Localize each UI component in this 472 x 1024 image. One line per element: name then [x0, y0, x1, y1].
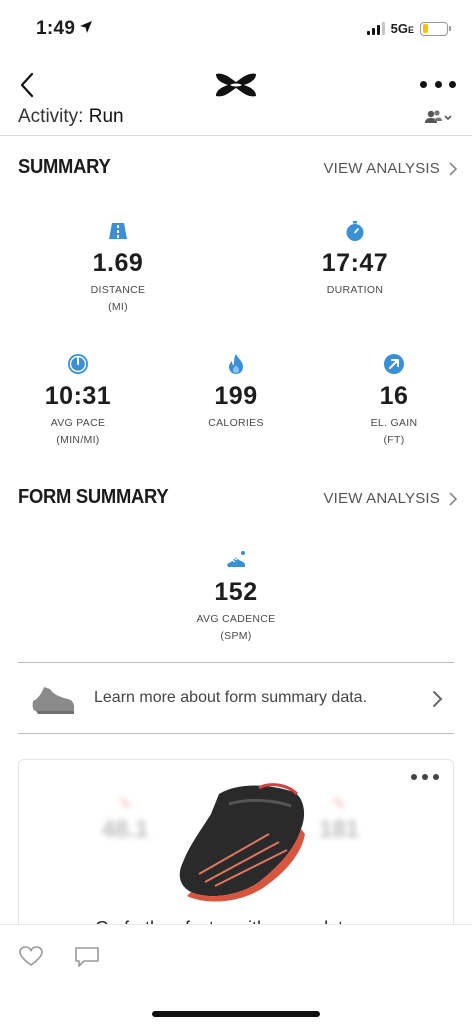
- running-shoe-icon: [227, 551, 245, 567]
- duration-value: 17:47: [321, 249, 389, 277]
- road-icon: [109, 223, 127, 239]
- avg-cadence-unit: (SPM): [220, 630, 252, 642]
- summary-view-analysis-label: VIEW ANALYSIS: [323, 160, 440, 177]
- avg-cadence-value: 152: [214, 578, 258, 606]
- calories-value: 199: [214, 382, 258, 410]
- promo-stat-left: 48.1: [75, 796, 175, 844]
- summary-view-analysis-link[interactable]: VIEW ANALYSIS: [323, 160, 458, 177]
- elevation-gain-value: 16: [379, 382, 409, 410]
- network-suffix: E: [407, 25, 414, 35]
- duration-label: DURATION: [326, 284, 384, 296]
- distance-unit: (MI): [108, 301, 128, 313]
- flame-icon: [229, 354, 243, 374]
- stat-duration: 17:47 DURATION: [285, 220, 425, 296]
- form-view-analysis-label: VIEW ANALYSIS: [323, 490, 440, 507]
- chevron-right-icon: [433, 691, 443, 707]
- status-indicators: 5GE: [366, 21, 451, 36]
- stat-calories: 199 CALORIES: [166, 353, 306, 429]
- network-label: 5G: [390, 21, 408, 36]
- privacy-friends-icon[interactable]: [422, 108, 454, 126]
- blurred-metric-icon: [120, 798, 130, 808]
- activity-type: Run: [88, 106, 124, 127]
- avg-pace-label: AVG PACE: [50, 417, 106, 429]
- divider: [18, 733, 454, 734]
- card-more-options-icon[interactable]: [411, 774, 439, 782]
- status-bar: 1:49 5GE: [0, 0, 472, 62]
- stopwatch-icon: [346, 221, 364, 241]
- location-arrow-icon: [79, 18, 93, 40]
- more-options-icon[interactable]: [420, 74, 456, 94]
- activity-type-row: Activity: Run: [0, 100, 472, 136]
- chevron-right-icon: [449, 491, 458, 506]
- stat-distance: 1.69 DISTANCE (MI): [48, 220, 188, 313]
- bottom-action-bar: [0, 924, 472, 1024]
- distance-value: 1.69: [92, 249, 144, 277]
- arrow-up-right-icon: [384, 354, 404, 374]
- battery-fill: [422, 24, 428, 33]
- learn-more-text: Learn more about form summary data.: [94, 689, 368, 706]
- blurred-metric-icon: [334, 798, 344, 808]
- learn-more-row[interactable]: Learn more about form summary data.: [18, 665, 454, 733]
- comment-icon[interactable]: [74, 945, 100, 969]
- form-summary-view-analysis-link[interactable]: VIEW ANALYSIS: [323, 490, 458, 507]
- elevation-gain-unit: (FT): [383, 434, 405, 446]
- avg-pace-value: 10:31: [44, 382, 112, 410]
- back-chevron-icon[interactable]: [16, 70, 42, 100]
- shoe-icon: [32, 687, 74, 714]
- home-indicator: [152, 1011, 320, 1017]
- elevation-gain-label: EL. GAIN: [370, 417, 418, 429]
- avg-pace-unit: (MIN/MI): [56, 434, 100, 446]
- calories-label: CALORIES: [208, 417, 264, 429]
- heart-like-icon[interactable]: [18, 945, 44, 967]
- status-time: 1:49: [36, 18, 93, 40]
- status-time-text: 1:49: [36, 18, 76, 39]
- form-summary-title: FORM SUMMARY: [18, 486, 169, 508]
- gauge-icon: [68, 354, 88, 374]
- under-armour-logo-icon: [216, 73, 256, 97]
- divider: [18, 662, 454, 663]
- avg-cadence-label: AVG CADENCE: [196, 613, 276, 625]
- summary-title: SUMMARY: [18, 156, 111, 178]
- activity-prefix: Activity:: [18, 106, 84, 127]
- stat-elevation-gain: 16 EL. GAIN (FT): [324, 353, 464, 446]
- promo-left-value: 48.1: [101, 816, 149, 843]
- network-type: 5GE: [391, 21, 414, 36]
- battery-icon: [420, 21, 451, 36]
- stat-avg-cadence: 152 AVG CADENCE (SPM): [166, 549, 306, 642]
- smart-shoe-image: [179, 783, 305, 902]
- distance-label: DISTANCE: [90, 284, 146, 296]
- chevron-right-icon: [449, 161, 458, 176]
- signal-icon: [366, 22, 385, 35]
- stat-avg-pace: 10:31 AVG PACE (MIN/MI): [8, 353, 148, 446]
- activity-label: Activity: Run: [18, 106, 124, 128]
